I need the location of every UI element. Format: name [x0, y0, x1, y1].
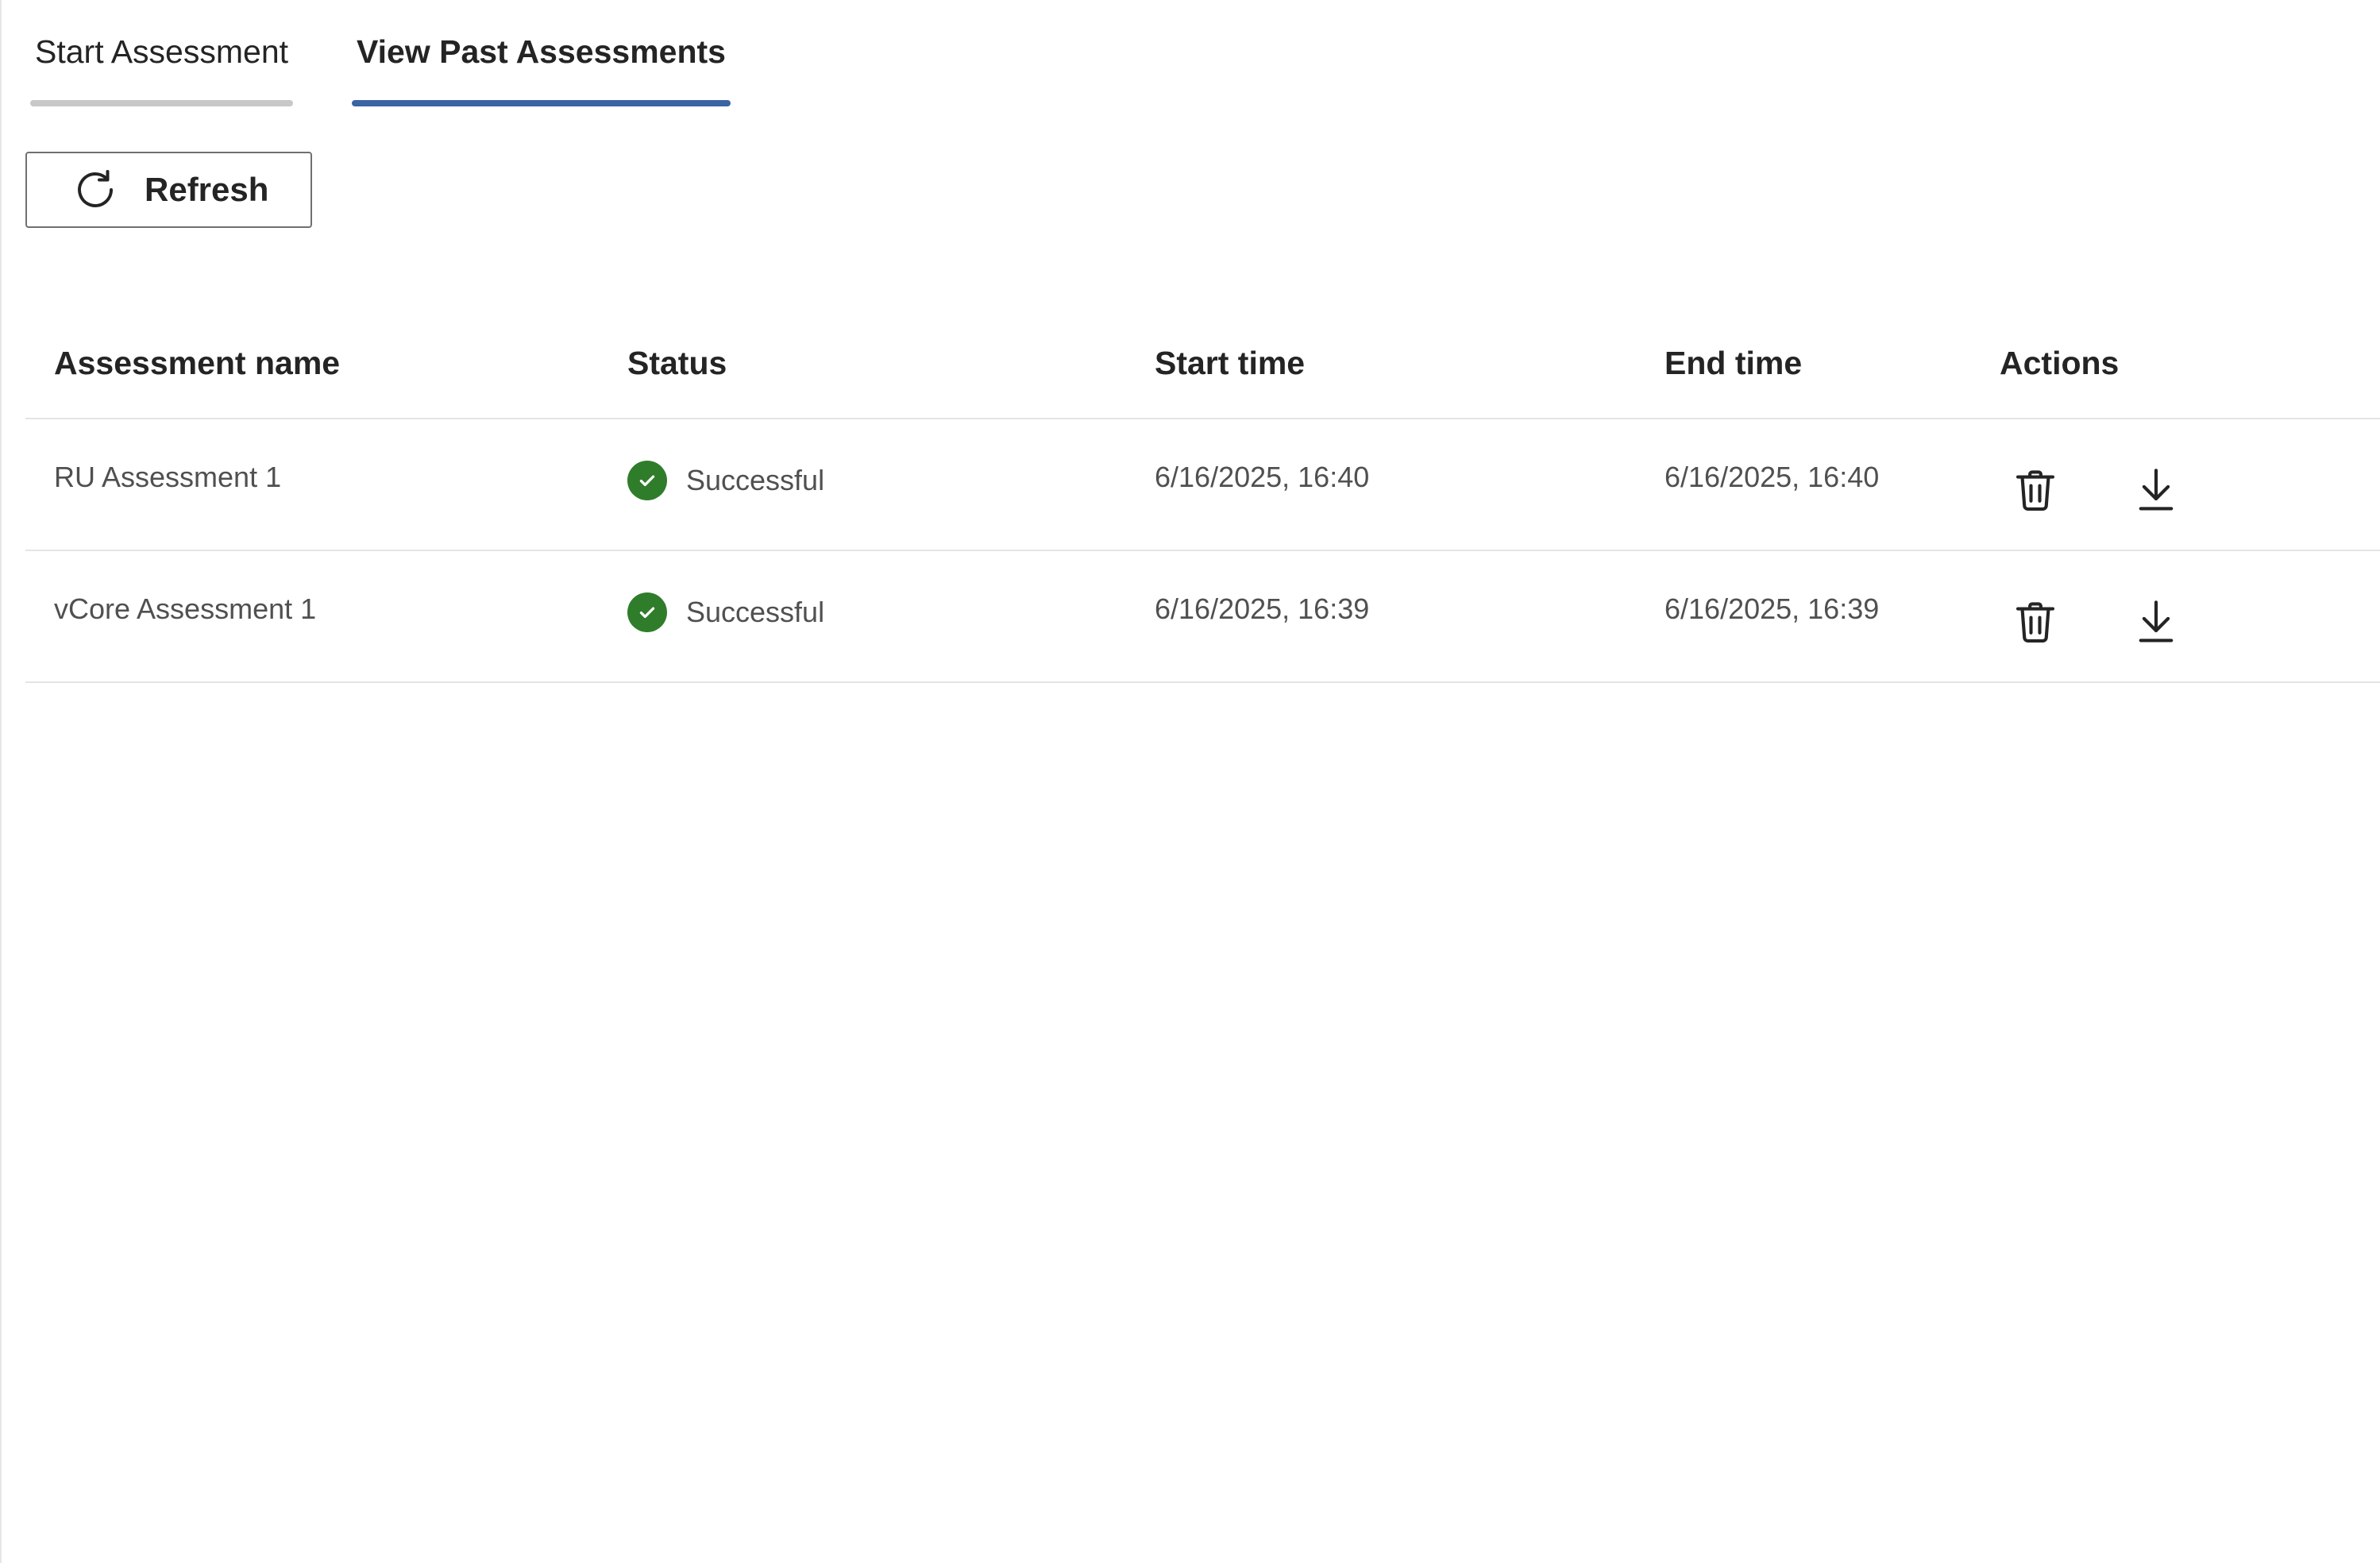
table-row: RU Assessment 1 Successful 6/16/2025, 16… [25, 419, 2380, 551]
assessment-name: vCore Assessment 1 [54, 551, 316, 681]
tab-label: View Past Assessments [357, 30, 726, 73]
success-check-icon [627, 461, 667, 500]
actions-cell [2000, 419, 2184, 550]
end-time: 6/16/2025, 16:39 [1664, 551, 1879, 681]
trash-icon [2009, 596, 2062, 648]
success-check-icon [627, 592, 667, 632]
table-header-row: Assessment name Status Start time End ti… [25, 334, 2380, 419]
download-button[interactable] [2128, 594, 2184, 650]
assessments-page: Start Assessment View Past Assessments R… [0, 0, 2380, 1563]
status-text: Successful [686, 596, 824, 629]
status-cell: Successful [627, 419, 824, 550]
delete-button[interactable] [2008, 594, 2063, 650]
start-time: 6/16/2025, 16:40 [1155, 419, 1369, 550]
refresh-label: Refresh [145, 171, 268, 209]
refresh-icon [71, 166, 119, 214]
left-edge-divider [0, 0, 2, 1563]
tab-view-past-assessments[interactable]: View Past Assessments [352, 24, 731, 106]
assessments-table: Assessment name Status Start time End ti… [25, 334, 2380, 683]
column-header-start-time: Start time [1155, 334, 1305, 418]
tab-start-assessment[interactable]: Start Assessment [30, 24, 293, 106]
actions-cell [2000, 551, 2184, 681]
tab-underline [30, 100, 293, 106]
table-row: vCore Assessment 1 Successful 6/16/2025,… [25, 551, 2380, 683]
status-cell: Successful [627, 551, 824, 681]
status-text: Successful [686, 464, 824, 497]
column-header-end-time: End time [1664, 334, 1802, 418]
end-time: 6/16/2025, 16:40 [1664, 419, 1879, 550]
column-header-assessment-name: Assessment name [54, 334, 340, 418]
download-icon [2130, 464, 2182, 516]
refresh-button[interactable]: Refresh [25, 152, 312, 228]
column-header-actions: Actions [2000, 334, 2119, 418]
tab-list: Start Assessment View Past Assessments [30, 24, 731, 106]
download-icon [2130, 596, 2182, 648]
download-button[interactable] [2128, 462, 2184, 518]
assessment-name: RU Assessment 1 [54, 419, 281, 550]
start-time: 6/16/2025, 16:39 [1155, 551, 1369, 681]
tab-label: Start Assessment [35, 30, 288, 73]
delete-button[interactable] [2008, 462, 2063, 518]
tab-underline-active [352, 100, 731, 106]
trash-icon [2009, 464, 2062, 516]
column-header-status: Status [627, 334, 727, 418]
